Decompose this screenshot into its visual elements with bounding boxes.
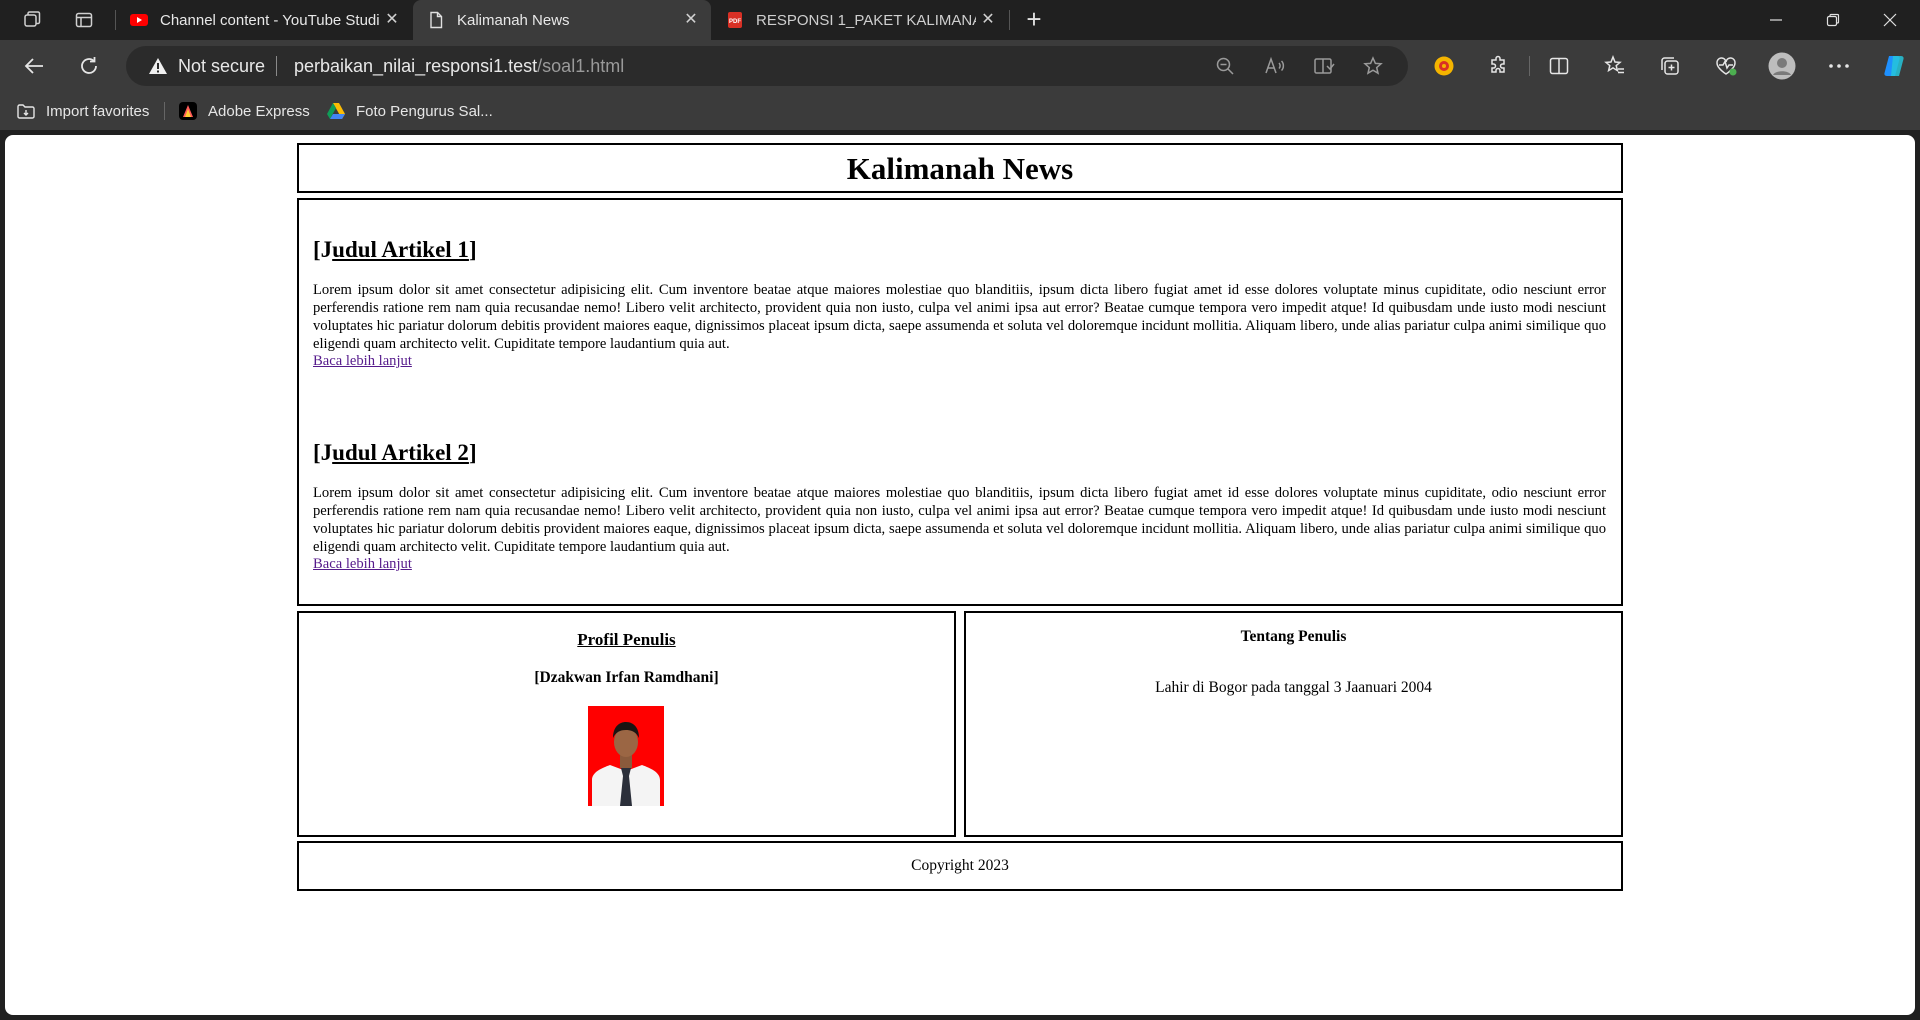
url-host: perbaikan_nilai_responsi1.test — [294, 56, 538, 76]
tab-kalimanah-news[interactable]: Kalimanah News ✕ — [413, 0, 711, 40]
page-icon — [430, 11, 443, 29]
article-title-1: [Judul Artikel 1] — [313, 237, 477, 262]
avatar-icon — [1768, 52, 1796, 80]
minimize-button[interactable] — [1748, 0, 1804, 40]
tab-label: Kalimanah News — [457, 11, 570, 29]
tab-strip: Channel content - YouTube Studio ✕ Kalim… — [0, 0, 1920, 40]
tab-responsi-pdf[interactable]: PDF RESPONSI 1_PAKET KALIMANAH ✕ — [712, 0, 1008, 40]
address-separator — [276, 56, 277, 76]
toolbar-separator — [1529, 56, 1530, 76]
collections-icon[interactable] — [1656, 52, 1684, 80]
tentang-title: Tentang Penulis — [1240, 628, 1347, 645]
refresh-icon — [81, 57, 97, 74]
extension-badge-icon[interactable] — [1430, 52, 1458, 80]
copyright-text: Copyright 2023 — [911, 857, 1009, 874]
profile-avatar[interactable] — [1768, 52, 1796, 80]
adobe-express-icon — [178, 101, 198, 121]
bookmark-foto-pengurus[interactable]: Foto Pengurus Sal... — [326, 100, 493, 122]
articles-section: [Judul Artikel 1] Lorem ipsum dolor sit … — [297, 198, 1623, 606]
split-screen-icon[interactable] — [1545, 52, 1573, 80]
page-viewport: Kalimanah News [Judul Artikel 1] Lorem i… — [5, 135, 1915, 1015]
copilot-icon[interactable] — [1880, 52, 1908, 80]
profil-penulis-panel: Profil Penulis [Dzakwan Irfan Ramdhani] — [297, 611, 956, 837]
tab-youtube-studio[interactable]: Channel content - YouTube Studio ✕ — [116, 0, 412, 40]
tentang-body: Lahir di Bogor pada tanggal 3 Jaanuari 2… — [1155, 679, 1432, 696]
read-aloud-icon[interactable] — [1264, 55, 1286, 77]
tentang-penulis-panel: Tentang Penulis Lahir di Bogor pada tang… — [964, 611, 1623, 837]
bookmark-label: Foto Pengurus Sal... — [356, 102, 493, 120]
url-text[interactable]: perbaikan_nilai_responsi1.test/soal1.htm… — [294, 56, 624, 77]
url-path: /soal1.html — [537, 56, 625, 76]
immersive-reader-icon[interactable] — [1313, 55, 1335, 77]
bookmarks-bar: Import favorites Adobe Express Foto Peng… — [0, 92, 1920, 130]
close-tab-icon[interactable]: ✕ — [980, 12, 996, 28]
pdf-icon: PDF — [728, 12, 742, 28]
back-button[interactable] — [18, 50, 50, 82]
article-body-1: Lorem ipsum dolor sit amet consectetur a… — [313, 282, 1606, 352]
article-body-2: Lorem ipsum dolor sit amet consectetur a… — [313, 485, 1606, 555]
site-title: Kalimanah News — [846, 151, 1074, 186]
security-status[interactable]: Not secure — [178, 56, 265, 77]
site-footer: Copyright 2023 — [297, 841, 1623, 891]
zoom-out-icon[interactable] — [1214, 55, 1236, 77]
favorite-star-icon[interactable] — [1362, 55, 1384, 77]
bookmark-adobe-express[interactable]: Adobe Express — [178, 100, 310, 122]
tab-label: Channel content - YouTube Studio — [160, 11, 380, 29]
refresh-button[interactable] — [73, 50, 105, 82]
new-tab-button[interactable]: + — [1020, 6, 1048, 34]
google-drive-icon — [326, 101, 346, 121]
site-header: Kalimanah News — [297, 143, 1623, 193]
extensions-icon[interactable] — [1485, 52, 1513, 80]
browser-toolbar: Not secure perbaikan_nilai_responsi1.tes… — [0, 40, 1920, 92]
read-more-link-2[interactable]: Baca lebih lanjut — [313, 556, 412, 573]
tab-actions-icon[interactable] — [68, 6, 100, 34]
warning-icon — [149, 58, 167, 74]
article-title-2: [Judul Artikel 2] — [313, 440, 477, 465]
author-name: [Dzakwan Irfan Ramdhani] — [534, 669, 719, 686]
close-tab-icon[interactable]: ✕ — [384, 12, 400, 28]
more-options-icon[interactable] — [1825, 52, 1853, 80]
tab-label: RESPONSI 1_PAKET KALIMANAH — [756, 11, 976, 29]
svg-text:PDF: PDF — [729, 19, 741, 25]
bookmark-label: Import favorites — [46, 102, 150, 120]
address-bar[interactable]: Not secure perbaikan_nilai_responsi1.tes… — [126, 46, 1408, 86]
workspaces-icon[interactable] — [16, 6, 48, 34]
close-window-button[interactable] — [1862, 0, 1918, 40]
bookmark-import-favorites[interactable]: Import favorites — [16, 100, 149, 122]
arrow-left-icon — [24, 58, 43, 74]
bookmark-separator — [164, 102, 165, 120]
bookmark-label: Adobe Express — [208, 102, 310, 120]
author-photo — [588, 706, 664, 806]
import-favorites-icon — [16, 101, 36, 121]
tab-separator — [1009, 10, 1010, 30]
restore-button[interactable] — [1805, 0, 1861, 40]
minimize-icon — [1770, 19, 1782, 21]
profil-title: Profil Penulis — [577, 630, 676, 649]
close-icon — [1883, 13, 1897, 27]
restore-icon — [1826, 13, 1840, 27]
youtube-icon — [130, 14, 148, 26]
browser-essentials-icon[interactable] — [1712, 52, 1740, 80]
favorites-icon[interactable] — [1601, 52, 1629, 80]
close-tab-icon[interactable]: ✕ — [683, 12, 699, 28]
read-more-link-1[interactable]: Baca lebih lanjut — [313, 353, 412, 370]
